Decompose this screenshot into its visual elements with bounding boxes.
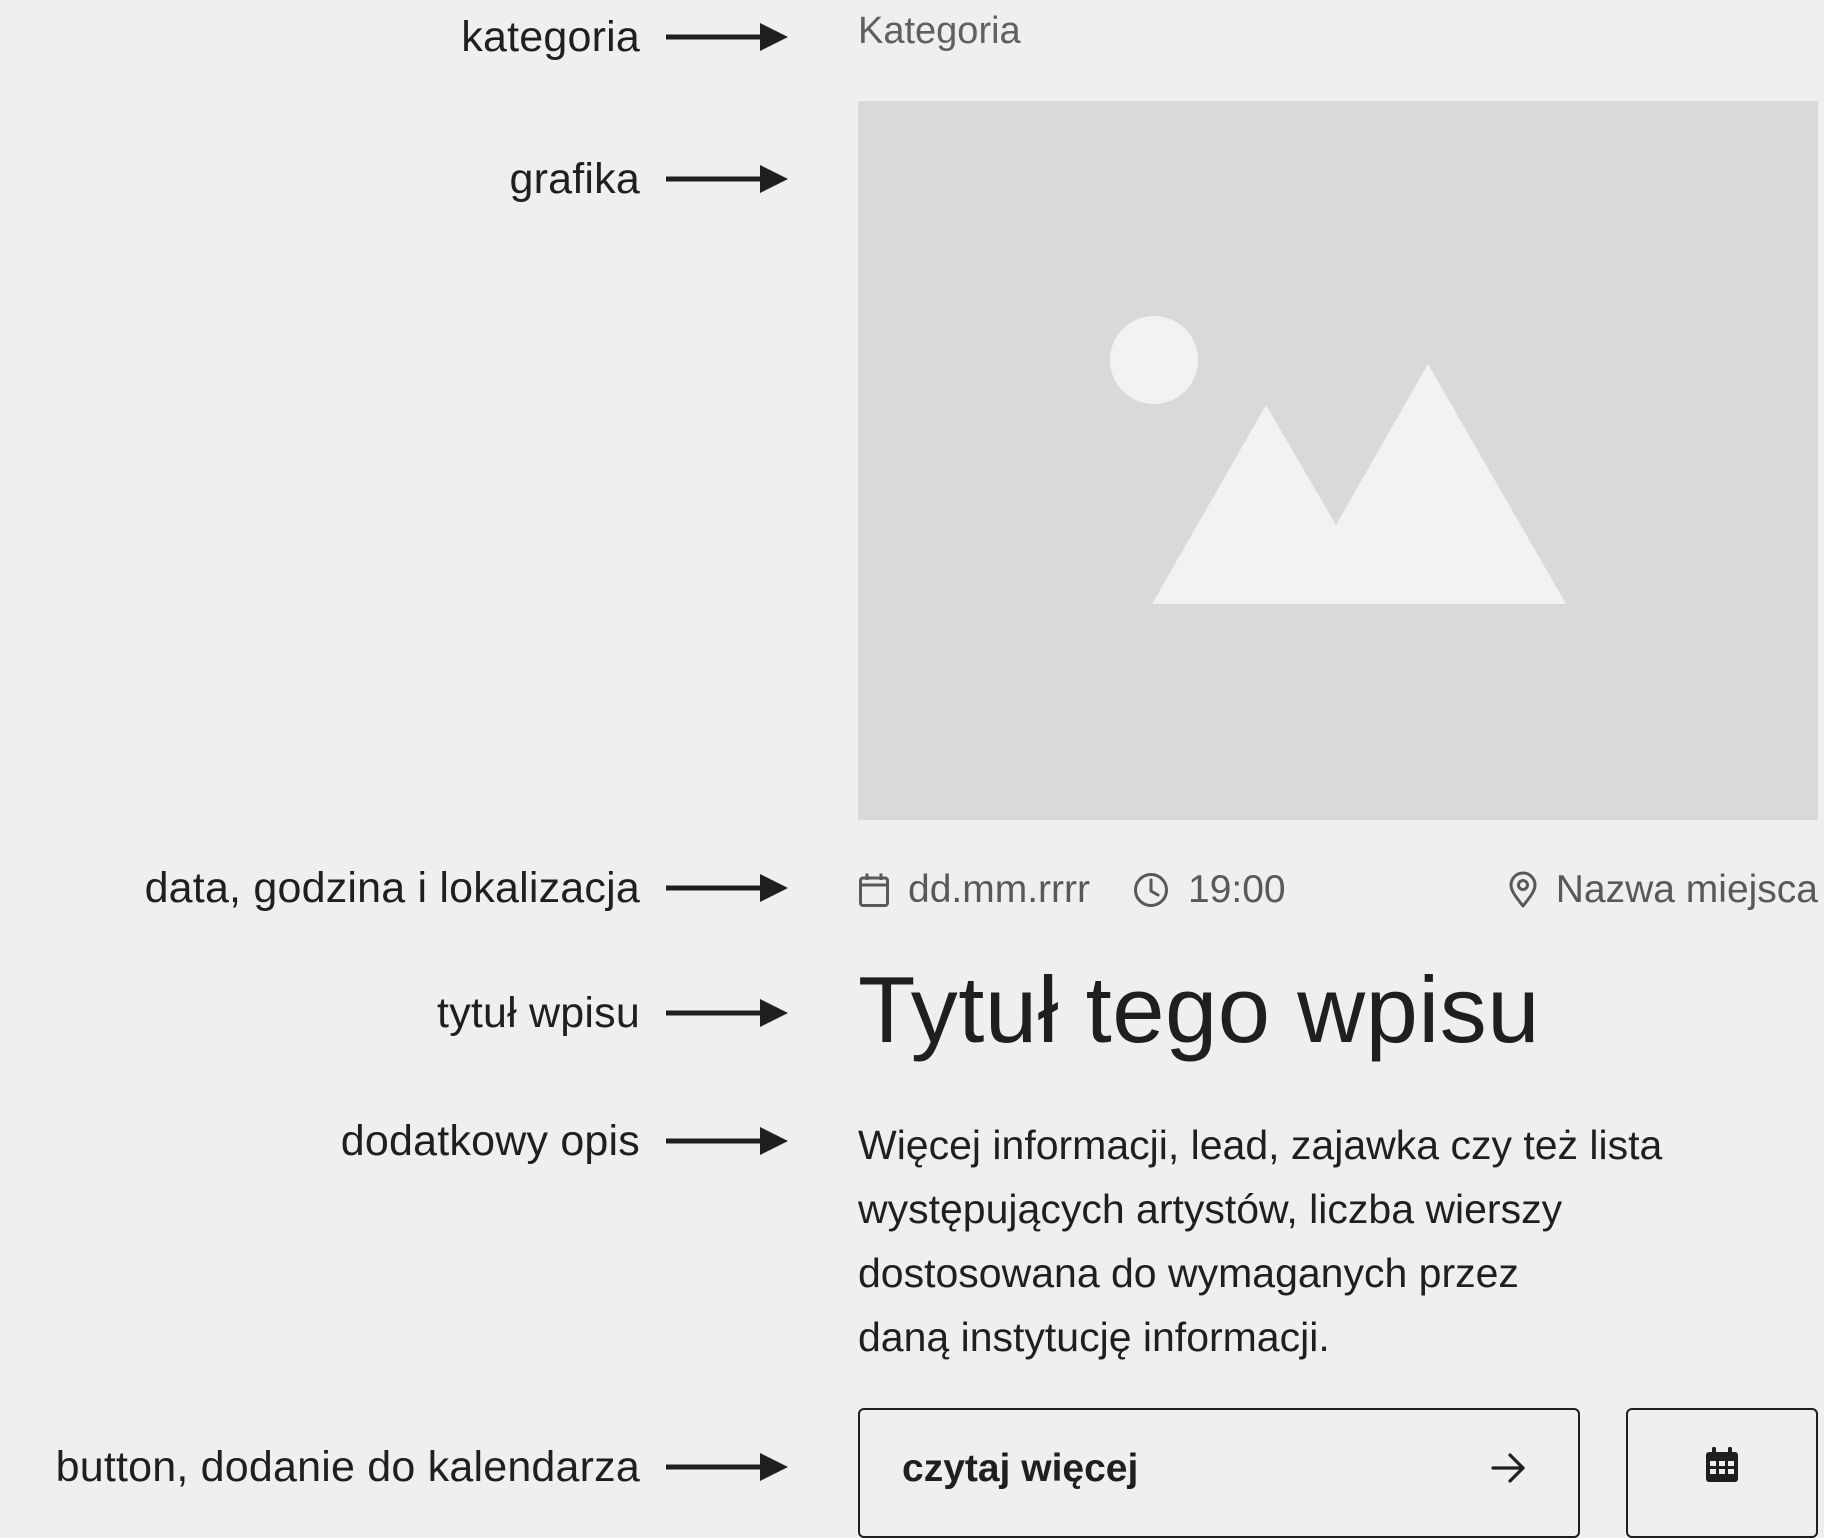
read-more-button[interactable]: czytaj więcej [858, 1408, 1580, 1538]
event-date: dd.mm.rrrr [858, 862, 1090, 918]
arrow-right-icon [666, 999, 788, 1027]
annotation-kategoria: kategoria [461, 7, 790, 67]
annotation-button: button, dodanie do kalendarza [56, 1437, 790, 1497]
location-pin-icon [1509, 871, 1537, 908]
event-time: 19:00 [1132, 862, 1286, 918]
post-lead: Więcej informacji, lead, zajawka czy też… [858, 1113, 1818, 1369]
annotation-opis: dodatkowy opis [341, 1111, 790, 1171]
event-card: Kategoria dd.mm.rrrr 19:00 Nazwa miejsca… [858, 0, 1818, 1538]
annotation-grafika: grafika [510, 149, 790, 209]
lead-line: występujących artystów, liczba wierszy [858, 1186, 1563, 1232]
arrow-right-icon [1491, 1453, 1525, 1483]
read-more-label: czytaj więcej [902, 1447, 1139, 1490]
annotation-meta: data, godzina i lokalizacja [145, 858, 790, 918]
annotation-label: button, dodanie do kalendarza [55, 1442, 640, 1491]
post-title[interactable]: Tytuł tego wpisu [858, 958, 1540, 1062]
event-date-text: dd.mm.rrrr [908, 868, 1090, 911]
arrow-right-icon [666, 165, 788, 193]
annotation-label: tytuł wpisu [437, 988, 640, 1037]
annotation-label: kategoria [461, 12, 640, 61]
annotation-tytul: tytuł wpisu [437, 983, 790, 1043]
annotation-label: dodatkowy opis [340, 1116, 640, 1165]
annotation-label: data, godzina i lokalizacja [144, 863, 640, 912]
lead-line: Więcej informacji, lead, zajawka czy też… [858, 1122, 1663, 1168]
add-to-calendar-button[interactable] [1626, 1408, 1818, 1538]
event-time-text: 19:00 [1188, 868, 1286, 911]
annotation-column: kategoria grafika data, godzina i lokali… [0, 0, 790, 1516]
event-location: Nazwa miejsca [1508, 862, 1818, 918]
image-placeholder [858, 101, 1818, 820]
lead-line: dostosowana do wymaganych przez [858, 1250, 1519, 1296]
arrow-right-icon [666, 1453, 788, 1481]
lead-line: daną instytucję informacji. [858, 1314, 1330, 1360]
clock-icon [1134, 873, 1168, 907]
event-location-text: Nazwa miejsca [1555, 868, 1818, 911]
calendar-grid-icon [1706, 1447, 1738, 1482]
image-placeholder-icon [1110, 316, 1566, 604]
calendar-icon [859, 873, 889, 907]
arrow-right-icon [666, 874, 788, 902]
event-meta: dd.mm.rrrr 19:00 Nazwa miejsca [858, 862, 1818, 918]
arrow-right-icon [666, 23, 788, 51]
annotation-label: grafika [509, 154, 640, 203]
arrow-right-icon [666, 1127, 788, 1155]
category-label[interactable]: Kategoria [858, 10, 1021, 53]
